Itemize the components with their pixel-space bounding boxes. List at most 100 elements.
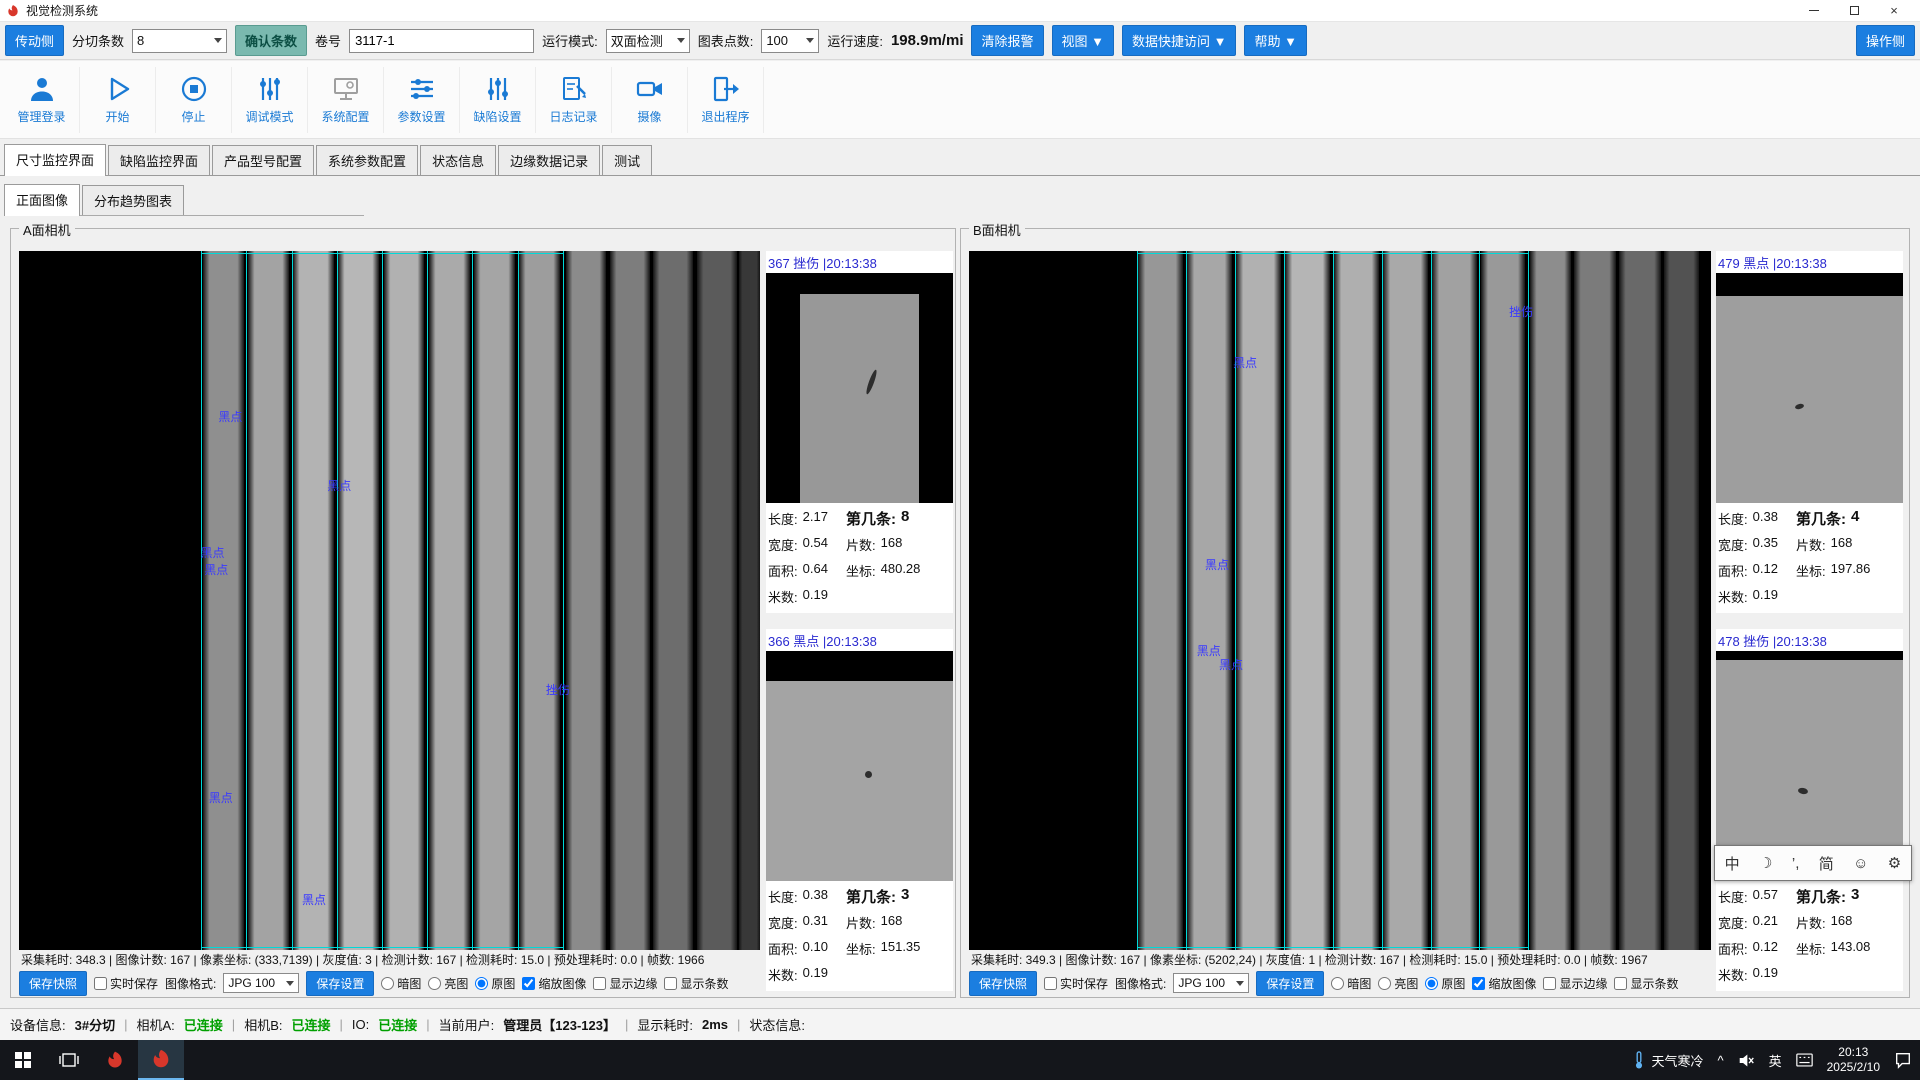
ime-toolbar: 中 ☽ ’, 简 ☺ ⚙ [1714, 845, 1912, 881]
show-count-input[interactable] [1614, 977, 1627, 990]
save-snapshot-button[interactable]: 保存快照 [969, 971, 1037, 996]
dark-image-input[interactable] [381, 977, 394, 990]
show-edge-input[interactable] [1543, 977, 1556, 990]
realtime-save-input[interactable] [94, 977, 107, 990]
defect-panel[interactable]: 367 挫伤 |20:13:38 长度:2.17 第几条:8 宽度:0.54 片… [766, 251, 953, 613]
original-image-input[interactable] [475, 977, 488, 990]
capture-button[interactable]: 摄像 [612, 67, 688, 133]
show-edge-input[interactable] [593, 977, 606, 990]
view-menu-button[interactable]: 视图 ▼ [1052, 25, 1114, 56]
show-count-checkbox[interactable]: 显示条数 [1614, 975, 1678, 992]
ime-chinese-mode[interactable]: 中 [1725, 853, 1740, 874]
input-language-indicator[interactable]: 英 [1769, 1051, 1782, 1070]
original-image-input[interactable] [1425, 977, 1438, 990]
start-button[interactable]: 开始 [80, 67, 156, 133]
save-settings-button[interactable]: 保存设置 [306, 971, 374, 996]
debug-mode-button[interactable]: 调试模式 [232, 67, 308, 133]
volume-muted-icon[interactable] [1738, 1052, 1755, 1069]
chart-points-select[interactable]: 100 [761, 29, 819, 53]
realtime-save-input[interactable] [1044, 977, 1057, 990]
save-snapshot-button[interactable]: 保存快照 [19, 971, 87, 996]
data-quick-access-button[interactable]: 数据快捷访问 ▼ [1122, 25, 1236, 56]
strip-no-value: 3 [1851, 886, 1859, 907]
tab-status-info[interactable]: 状态信息 [420, 145, 496, 175]
dark-image-radio[interactable]: 暗图 [1331, 975, 1371, 992]
coord-label: 坐标: [1796, 939, 1826, 958]
strip-boundary-line [1528, 251, 1529, 950]
dark-image-radio[interactable]: 暗图 [381, 975, 421, 992]
ime-emoji-icon[interactable]: ☺ [1853, 855, 1868, 872]
save-settings-button[interactable]: 保存设置 [1256, 971, 1324, 996]
close-button[interactable]: × [1874, 0, 1914, 21]
original-image-radio[interactable]: 原图 [1425, 975, 1465, 992]
start-menu-button[interactable] [0, 1040, 46, 1080]
bright-image-radio[interactable]: 亮图 [1378, 975, 1418, 992]
roll-number-input[interactable] [349, 29, 534, 53]
taskbar-clock[interactable]: 20:13 2025/2/10 [1827, 1045, 1880, 1075]
strip-boundary-line [1137, 251, 1138, 950]
show-edge-checkbox[interactable]: 显示边缘 [1543, 975, 1607, 992]
dark-image-input[interactable] [1331, 977, 1344, 990]
bright-image-input[interactable] [1378, 977, 1391, 990]
pieces-label: 片数: [1796, 535, 1826, 554]
tab-distribution-chart[interactable]: 分布趋势图表 [82, 185, 184, 215]
help-menu-button[interactable]: 帮助 ▼ [1244, 25, 1306, 56]
strip-no-value: 3 [901, 886, 909, 907]
realtime-save-checkbox[interactable]: 实时保存 [1044, 975, 1108, 992]
image-format-select[interactable]: JPG 100 [223, 973, 299, 993]
run-mode-select[interactable]: 双面检测 [606, 29, 690, 53]
show-count-input[interactable] [664, 977, 677, 990]
ime-punctuation-icon[interactable]: ’, [1792, 855, 1800, 872]
exit-program-button[interactable]: 退出程序 [688, 67, 764, 133]
show-edge-checkbox[interactable]: 显示边缘 [593, 975, 657, 992]
tab-defect-monitor[interactable]: 缺陷监控界面 [108, 145, 210, 175]
bright-image-input[interactable] [428, 977, 441, 990]
realtime-save-checkbox[interactable]: 实时保存 [94, 975, 158, 992]
ime-halfwidth-icon[interactable]: ☽ [1759, 854, 1772, 872]
tab-front-image[interactable]: 正面图像 [4, 184, 80, 216]
area-value: 0.12 [1753, 939, 1778, 958]
system-config-button[interactable]: 系统配置 [308, 67, 384, 133]
show-count-checkbox[interactable]: 显示条数 [664, 975, 728, 992]
active-app-button[interactable] [138, 1040, 184, 1080]
tab-product-model-config[interactable]: 产品型号配置 [212, 145, 314, 175]
tab-test[interactable]: 测试 [602, 145, 652, 175]
admin-login-button[interactable]: 管理登录 [4, 67, 80, 133]
material-strip [739, 251, 760, 950]
operate-side-button[interactable]: 操作侧 [1856, 25, 1915, 56]
clear-alarm-button[interactable]: 清除报警 [971, 25, 1043, 56]
log-record-button[interactable]: 日志记录 [536, 67, 612, 133]
drive-side-button[interactable]: 传动侧 [5, 25, 64, 56]
defect-stats: 长度:0.38 第几条:3 宽度:0.31 片数:168 面积:0.10 坐标:… [766, 881, 953, 991]
original-image-radio[interactable]: 原图 [475, 975, 515, 992]
zoom-image-input[interactable] [522, 977, 535, 990]
touch-keyboard-icon[interactable] [1796, 1053, 1813, 1067]
action-center-icon[interactable] [1894, 1051, 1912, 1069]
zoom-image-checkbox[interactable]: 缩放图像 [1472, 975, 1536, 992]
defect-panel[interactable]: 478 挫伤 |20:13:38 长度:0.57 第几条:3 宽度:0.21 片… [1716, 629, 1903, 991]
confirm-strips-button[interactable]: 确认条数 [235, 25, 307, 56]
pinned-app-button[interactable] [92, 1040, 138, 1080]
ime-settings-gear-icon[interactable]: ⚙ [1888, 854, 1901, 872]
slit-count-select[interactable]: 8 [132, 29, 227, 53]
zoom-image-checkbox[interactable]: 缩放图像 [522, 975, 586, 992]
material-strip [610, 251, 650, 950]
task-view-button[interactable] [46, 1040, 92, 1080]
zoom-image-input[interactable] [1472, 977, 1485, 990]
video-camera-icon [635, 74, 665, 104]
image-format-select[interactable]: JPG 100 [1173, 973, 1249, 993]
defect-settings-button[interactable]: 缺陷设置 [460, 67, 536, 133]
hidden-icons-chevron[interactable]: ^ [1717, 1053, 1723, 1068]
maximize-button[interactable] [1834, 0, 1874, 21]
minimize-button[interactable] [1794, 0, 1834, 21]
tab-edge-data-record[interactable]: 边缘数据记录 [498, 145, 600, 175]
tab-system-param-config[interactable]: 系统参数配置 [316, 145, 418, 175]
defect-panel[interactable]: 479 黑点 |20:13:38 长度:0.38 第几条:4 宽度:0.35 片… [1716, 251, 1903, 613]
parameter-settings-button[interactable]: 参数设置 [384, 67, 460, 133]
bright-image-radio[interactable]: 亮图 [428, 975, 468, 992]
tab-size-monitor[interactable]: 尺寸监控界面 [4, 144, 106, 176]
defect-panel[interactable]: 366 黑点 |20:13:38 长度:0.38 第几条:3 宽度:0.31 片… [766, 629, 953, 991]
ime-simplified-mode[interactable]: 简 [1819, 853, 1834, 874]
weather-widget[interactable]: 天气寒冷 [1632, 1051, 1703, 1070]
stop-button[interactable]: 停止 [156, 67, 232, 133]
